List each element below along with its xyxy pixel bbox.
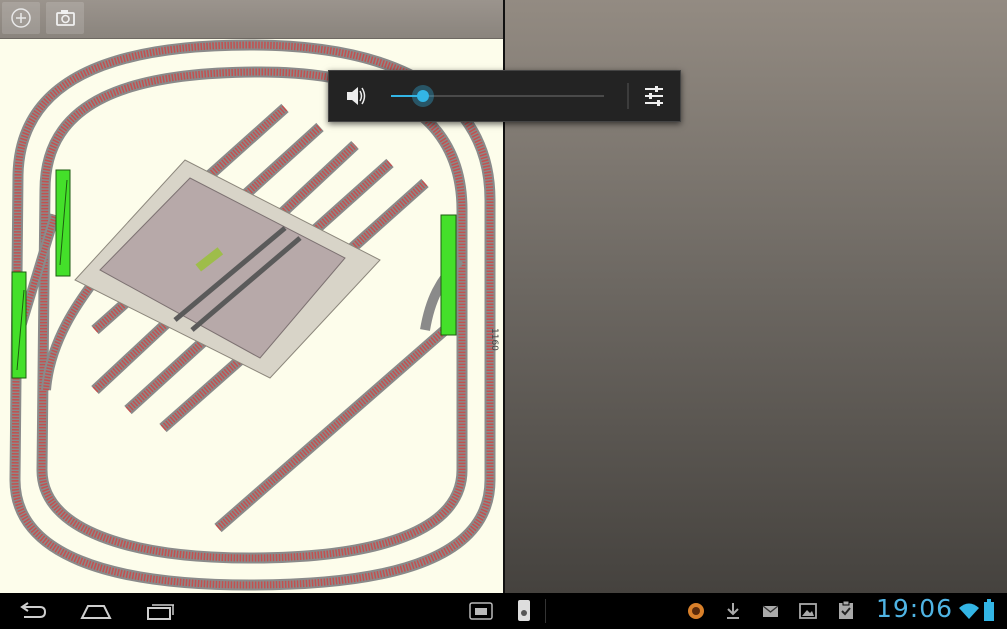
volume-slider-thumb[interactable] xyxy=(411,85,434,107)
battery-icon[interactable] xyxy=(983,598,995,622)
recent-apps-icon[interactable] xyxy=(144,601,176,621)
camera-icon xyxy=(56,10,75,26)
separator xyxy=(545,599,546,623)
volume-icon xyxy=(347,87,366,105)
screen-compat-icon[interactable] xyxy=(469,601,495,621)
download-icon[interactable] xyxy=(724,601,742,621)
system-nav-bar: 19:06 xyxy=(0,593,1007,629)
wifi-icon[interactable] xyxy=(958,601,980,621)
camera-button[interactable] xyxy=(46,2,84,34)
back-icon[interactable] xyxy=(16,601,48,621)
station-platform[interactable] xyxy=(74,159,381,379)
add-circle-icon xyxy=(11,8,31,28)
image-icon[interactable] xyxy=(798,601,818,621)
add-button[interactable] xyxy=(2,2,40,34)
device-notification-icon[interactable] xyxy=(516,599,532,623)
sliders-icon[interactable] xyxy=(645,86,663,106)
editor-toolbar xyxy=(0,0,503,39)
home-icon[interactable] xyxy=(80,601,112,621)
clock[interactable]: 19:06 xyxy=(876,594,953,623)
volume-controls xyxy=(347,83,663,109)
mail-icon[interactable] xyxy=(761,602,781,620)
sync-icon[interactable] xyxy=(686,601,706,621)
dimension-label: 1160 xyxy=(489,328,499,351)
clipboard-check-icon[interactable] xyxy=(836,599,856,621)
volume-panel xyxy=(328,70,681,122)
